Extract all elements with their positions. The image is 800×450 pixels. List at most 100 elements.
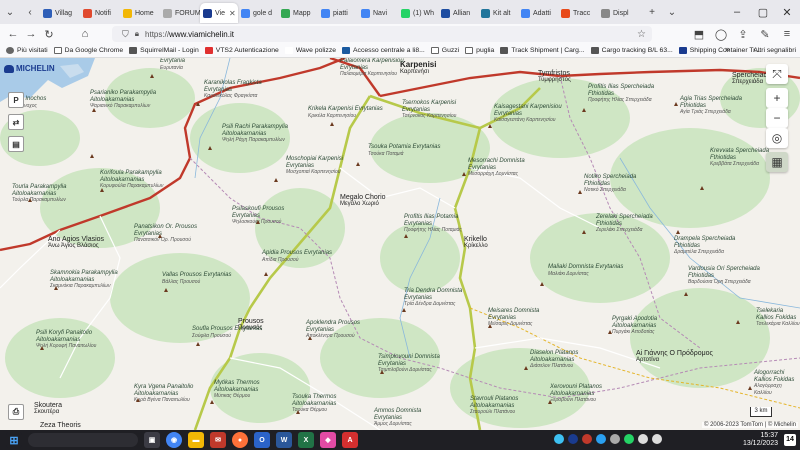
map-place-label[interactable]: Vallas Prousos Evrytanias Βάλλας Προυσού: [162, 272, 231, 285]
tab-menu-icon[interactable]: ⌄: [662, 0, 682, 24]
bookmarks-overflow-icon[interactable]: »: [725, 44, 730, 54]
map-place-label[interactable]: Tsouka Thermos Aitoloakarnanias Τσούκα Θέ…: [292, 394, 368, 414]
map-place-label[interactable]: Moschopiai Karpenisi Evrytanias Μοσχοπιαί…: [286, 156, 362, 176]
address-bar[interactable]: ⛉ 🔒︎ https://www.viamichelin.it ☆: [112, 26, 652, 42]
close-window-button[interactable]: ✕: [774, 0, 800, 24]
chat-icon[interactable]: [554, 434, 564, 444]
home-button[interactable]: ⌂: [76, 25, 94, 43]
browser-tab[interactable]: Navi: [358, 3, 398, 23]
map-place-label[interactable]: Ammos Domnista Evrytanias Άμμος Δομνίστας: [374, 408, 450, 428]
map-place-label[interactable]: Mytikas Thermos Aitoloakarnanias Μύτικας …: [214, 380, 290, 400]
map-canvas[interactable]: Karpenisi Καρπενήσι Tymfristos Τυμφρηστός Sp…: [0, 58, 800, 430]
layers-toggle-button[interactable]: ▤: [8, 136, 24, 152]
browser-tab[interactable]: Home: [120, 3, 160, 23]
mail-icon[interactable]: ✉: [210, 432, 226, 448]
excel-icon[interactable]: X: [298, 432, 314, 448]
map-place-label[interactable]: Tsernokos Karpenisi Evrytanias Τσέρνοκος …: [402, 100, 478, 120]
map-place-label[interactable]: Diaselon Platanos Aitoloakarnanias Διάσελ…: [530, 350, 606, 370]
bookmark-item[interactable]: Accesso centrale a li8...: [342, 47, 425, 54]
map-town-label[interactable]: Ano Agios Vlasios Άνω Άγιος Βλάσιος: [48, 236, 104, 249]
map-place-label[interactable]: Panatsikon Or. Prousos Evrytanias Πανατσι…: [134, 224, 210, 244]
map-place-label[interactable]: Zerelaki Spercheiada Fthiotidas Ζερελάκι …: [596, 214, 672, 234]
map-town-label[interactable]: Ai Γιάννης Ο Πρόδρομος Αρτοτίνα: [636, 350, 713, 363]
account-icon[interactable]: ◯: [712, 25, 730, 43]
map-place-label[interactable]: Tourla Parakampylia Aitoloakarnanias Τούρ…: [12, 184, 88, 204]
map-place-label[interactable]: Xerovouni Platanos Aitoloakarnanias Ξεροβ…: [550, 384, 626, 404]
minimize-button[interactable]: –: [724, 0, 750, 24]
other-bookmarks-folder[interactable]: Altri segnalibri: [742, 47, 796, 54]
map-place-label[interactable]: Krikela Karpenisi Evrytanias Κρικέλα Καρπ…: [308, 106, 383, 119]
map-place-label[interactable]: Palaiomera Karpenisiou Evrytanias Παλαιομ…: [340, 58, 416, 78]
browser-tab[interactable]: piatti: [318, 3, 358, 23]
map-place-label[interactable]: Pyrgaki Apodotia Aitoloakarnanias Πυργάκι…: [612, 316, 688, 336]
chrome-icon[interactable]: ◉: [166, 432, 182, 448]
map-place-label[interactable]: Evrytania Ευρυτανία: [160, 58, 185, 71]
map-place-label[interactable]: Apoklendra Prousos Evrytanias Αποκλέντρα …: [306, 320, 382, 340]
system-clock[interactable]: 15:37 13/12/2023: [743, 432, 778, 448]
map-place-label[interactable]: Apidia Prousos Evrytanias Απίδια Προυσού: [262, 250, 332, 263]
zoom-in-button[interactable]: +: [766, 88, 788, 108]
forward-button[interactable]: →: [22, 25, 40, 43]
map-town-label[interactable]: Tymfristos Τυμφρηστός: [538, 70, 571, 83]
outlook-icon[interactable]: O: [254, 432, 270, 448]
bookmark-item[interactable]: VTS2 Autenticazione: [204, 47, 279, 54]
close-tab-icon[interactable]: ✕: [229, 9, 236, 18]
map-place-label[interactable]: Meisares Domnista Evrytanias Μεϊσαρές Δομ…: [488, 308, 564, 328]
map-place-label[interactable]: Notiko Spercheiada Fthiotidas Νοτικό Σπερ…: [584, 174, 660, 194]
map-place-label[interactable]: Agia Trias Spercheiada Fthiotidas Αγία Τρ…: [680, 96, 756, 116]
map-place-label[interactable]: Mesorrachi Domnista Evrytanias Μεσορράχη …: [468, 158, 544, 178]
extension-puzzle-icon[interactable]: ✎: [756, 25, 774, 43]
skype-icon[interactable]: [596, 434, 606, 444]
word-icon[interactable]: W: [276, 432, 292, 448]
map-place-label[interactable]: Maliaki Domnista Evrytanias Μαλιάκι Δομνί…: [548, 264, 623, 277]
fullscreen-button[interactable]: ⤧: [766, 64, 788, 84]
map-town-label[interactable]: Megalo Chorio Μεγάλο Χωριό: [340, 194, 386, 207]
bookmark-item[interactable]: SquirrelMail - Login: [129, 47, 199, 54]
map-place-label[interactable]: Stavrouli Platanos Aitoloakarnanias Σταυρ…: [470, 396, 546, 416]
map-place-label[interactable]: Profitis Ilias Potamia Evrytanias Προφήτη…: [404, 214, 480, 234]
map-place-label[interactable]: Psilaskoufi Prousos Evrytanias Ψηλοσκούφι…: [232, 206, 308, 226]
browser-tab[interactable]: (1) Wh: [398, 3, 438, 23]
paint-icon[interactable]: ◆: [320, 432, 336, 448]
maximize-button[interactable]: ▢: [750, 0, 776, 24]
browser-tab[interactable]: gole d: [238, 3, 278, 23]
new-tab-button[interactable]: +: [642, 0, 662, 24]
bookmark-item[interactable]: Da Google Chrome: [53, 47, 123, 54]
lock-icon[interactable]: 🔒︎: [135, 29, 139, 39]
bookmark-star-icon[interactable]: ☆: [637, 29, 646, 40]
browser-tab[interactable]: Mapp: [278, 3, 318, 23]
notification-badge[interactable]: 14: [784, 434, 796, 446]
map-place-label[interactable]: Psili Koryfi Panaitolio Aitoloakarnanias…: [36, 330, 112, 350]
map-place-label[interactable]: Skamnokia Parakampylia Aitoloakarnanias Σ…: [50, 270, 126, 290]
map-place-label[interactable]: Kyra Vgena Panaitolio Aitoloakarnanias Κυ…: [134, 384, 210, 404]
volume-icon[interactable]: [652, 434, 662, 444]
browser-tab[interactable]: Displ: [598, 3, 638, 23]
map-place-label[interactable]: Tria Dendra Domnista Evrytanias Τρία Δένδ…: [404, 288, 480, 308]
file-explorer-icon[interactable]: ▬: [188, 432, 204, 448]
bookmark-item[interactable]: Wave polizze: [284, 47, 336, 54]
bookmark-item[interactable]: Guzzi: [430, 47, 459, 54]
extensions-icon[interactable]: ⬒: [690, 25, 708, 43]
browser-tab[interactable]: Kit alt: [478, 3, 518, 23]
back-button[interactable]: ←: [4, 25, 22, 43]
browser-tab[interactable]: Vie ✕: [200, 3, 238, 23]
tab-list-icon[interactable]: ⌄: [0, 0, 20, 24]
reload-button[interactable]: ↻: [40, 25, 58, 43]
task-view-icon[interactable]: ▣: [144, 432, 160, 448]
map-town-label[interactable]: Skoutera Σκουτέρα: [34, 402, 62, 415]
map-place-label[interactable]: Alogorrachi Kallios Fokidas Αλογόρραχη Κα…: [754, 370, 800, 396]
browser-tab[interactable]: Villag: [40, 3, 80, 23]
map-place-label[interactable]: Psarianiko Parakampylia Aitoloakarnanias…: [90, 90, 166, 110]
bookmark-item[interactable]: Più visitati: [6, 47, 48, 54]
map-place-label[interactable]: Profitis Ilias Spercheiada Fthiotidas Προ…: [588, 84, 664, 104]
shield-icon[interactable]: ⛉: [122, 29, 129, 40]
browser-tab[interactable]: Adatti: [518, 3, 558, 23]
bookmark-item[interactable]: Cargo tracking B/L 63...: [590, 47, 673, 54]
bookmark-item[interactable]: puglia: [465, 47, 494, 54]
browser-tab[interactable]: Allian: [438, 3, 478, 23]
browser-tab[interactable]: Notifi: [80, 3, 120, 23]
map-style-button[interactable]: ▦: [766, 152, 788, 172]
print-button[interactable]: ⎙: [8, 404, 24, 420]
zoom-out-button[interactable]: −: [766, 108, 788, 128]
map-town-label[interactable]: Zeza Theoris: [40, 422, 81, 429]
